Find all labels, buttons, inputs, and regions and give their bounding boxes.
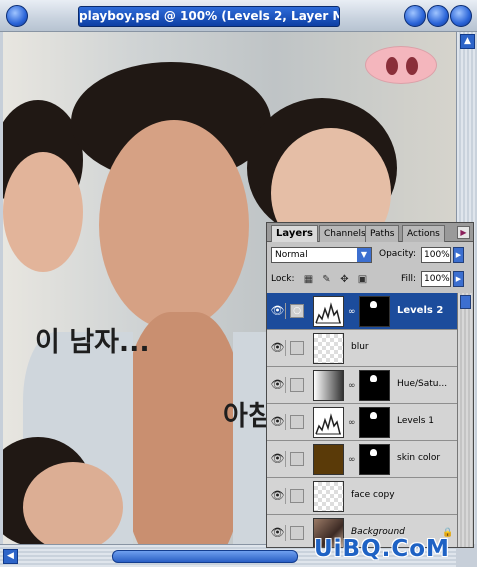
levels-thumbnail [313, 296, 344, 327]
lock-label: Lock: [271, 274, 295, 284]
layer-name: Levels 1 [397, 416, 435, 426]
man-face [99, 120, 249, 330]
eye-icon[interactable]: 👁 [270, 303, 286, 319]
eye-icon[interactable]: 👁 [270, 377, 286, 393]
poster-text-1: 이 남자... [35, 327, 150, 358]
document-window: playboy.psd @ 100% (Levels 2, Layer Mask… [0, 0, 477, 567]
layer-name: Hue/Satu... [397, 379, 448, 389]
layer-row-hue-saturation[interactable]: 👁 ∞ Hue/Satu... [267, 367, 457, 404]
scroll-left-arrow-icon[interactable]: ◀ [3, 549, 18, 564]
scroll-up-arrow-icon[interactable]: ▲ [460, 34, 475, 49]
layer-mask-thumbnail[interactable] [359, 407, 390, 438]
link-chain-icon: ∞ [348, 418, 356, 428]
fill-slider-arrow-icon[interactable]: ▶ [453, 271, 464, 287]
transparent-thumbnail [313, 333, 344, 364]
link-box[interactable] [290, 341, 304, 355]
blend-mode-select[interactable]: Normal ▼ [271, 247, 372, 263]
layer-mask-thumbnail[interactable] [359, 296, 390, 327]
bottom-woman-face [23, 462, 123, 544]
palette-menu-icon[interactable]: ▶ [457, 226, 470, 239]
opacity-input[interactable]: 100% [421, 247, 451, 263]
blend-mode-value: Normal [275, 250, 308, 260]
levels-thumbnail [313, 407, 344, 438]
layer-name: face copy [351, 490, 395, 500]
minimize-button[interactable] [404, 5, 426, 27]
layer-row-face-copy[interactable]: 👁 face copy [267, 478, 457, 515]
link-box[interactable] [290, 378, 304, 392]
layer-name: skin color [397, 453, 441, 463]
lock-brush-icon[interactable]: ✎ [321, 274, 332, 285]
fill-input[interactable]: 100% [421, 271, 451, 287]
eye-icon[interactable]: 👁 [270, 451, 286, 467]
layer-name: Levels 2 [397, 305, 444, 316]
palette-tabs: Layers Channels Paths Actions ▶ [267, 223, 473, 242]
lock-transparency-icon[interactable]: ▦ [303, 274, 314, 285]
link-box[interactable] [290, 526, 304, 540]
link-box[interactable] [290, 489, 304, 503]
layer-list: 👁 ○ ∞ Levels 2 👁 blur 👁 ∞ Hue/Satu... 👁 … [267, 293, 457, 547]
link-chain-icon: ∞ [348, 307, 356, 317]
fill-label: Fill: [401, 274, 417, 284]
link-chain-icon: ∞ [348, 381, 356, 391]
tab-channels[interactable]: Channels [319, 225, 371, 242]
tab-layers[interactable]: Layers [271, 225, 318, 242]
layers-scroll-thumb[interactable] [460, 295, 471, 309]
title-bar[interactable]: playboy.psd @ 100% (Levels 2, Layer Mask… [0, 0, 477, 32]
layers-palette: Layers Channels Paths Actions ▶ Normal ▼… [266, 222, 474, 548]
layer-name: blur [351, 342, 369, 352]
horizontal-scroll-thumb[interactable] [112, 550, 298, 563]
layer-row-blur[interactable]: 👁 blur [267, 330, 457, 367]
layer-row-skin-color[interactable]: 👁 ∞ skin color [267, 441, 457, 478]
eye-icon[interactable]: 👁 [270, 488, 286, 504]
lock-all-icon[interactable]: ▣ [357, 274, 368, 285]
layer-row-levels-1[interactable]: 👁 ∞ Levels 1 [267, 404, 457, 441]
lock-move-icon[interactable]: ✥ [339, 274, 350, 285]
collapse-button[interactable] [450, 5, 472, 27]
hue-saturation-thumbnail [313, 370, 344, 401]
left-nostril [386, 57, 398, 75]
layers-scrollbar[interactable] [457, 293, 473, 547]
opacity-slider-arrow-icon[interactable]: ▶ [453, 247, 464, 263]
left-woman-face [3, 152, 83, 272]
right-nostril [406, 57, 418, 75]
link-box[interactable] [290, 415, 304, 429]
tab-actions[interactable]: Actions [402, 225, 445, 242]
layer-mask-thumbnail[interactable] [359, 370, 390, 401]
window-title: playboy.psd @ 100% (Levels 2, Layer Mask… [78, 6, 340, 27]
zoom-button[interactable] [427, 5, 449, 27]
link-box[interactable] [290, 452, 304, 466]
brush-icon[interactable]: ○ [290, 304, 304, 318]
layer-row-levels-2[interactable]: 👁 ○ ∞ Levels 2 [267, 293, 457, 330]
eye-icon[interactable]: 👁 [270, 525, 286, 541]
eye-icon[interactable]: 👁 [270, 340, 286, 356]
watermark: UiBQ.CoM [314, 536, 450, 562]
opacity-label: Opacity: [379, 249, 416, 259]
color-fill-thumbnail [313, 444, 344, 475]
pig-nose-sticker [365, 46, 437, 84]
tab-paths[interactable]: Paths [365, 225, 400, 242]
transparent-thumbnail [313, 481, 344, 512]
eye-icon[interactable]: 👁 [270, 414, 286, 430]
close-button[interactable] [6, 5, 28, 27]
layer-mask-thumbnail[interactable] [359, 444, 390, 475]
link-chain-icon: ∞ [348, 455, 356, 465]
chevron-down-icon[interactable]: ▼ [357, 248, 371, 262]
